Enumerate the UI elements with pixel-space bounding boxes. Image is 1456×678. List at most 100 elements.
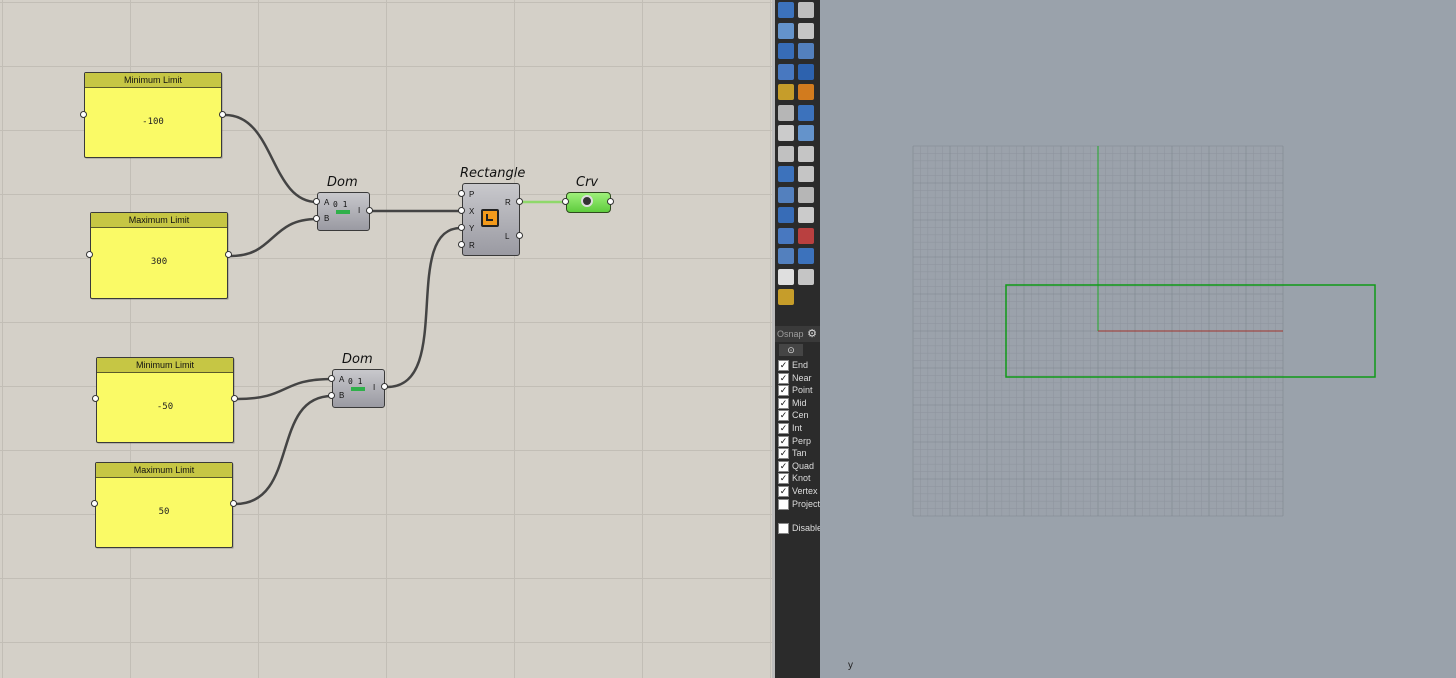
- dom-component-1[interactable]: A B I 0 1: [317, 192, 370, 231]
- rhino-viewport[interactable]: y: [820, 0, 1456, 678]
- trim-icon[interactable]: [798, 104, 814, 121]
- dom-input-port-a[interactable]: [313, 198, 320, 205]
- dimension-icon[interactable]: [798, 166, 814, 182]
- checkbox[interactable]: ✓: [778, 372, 789, 384]
- polyline-icon[interactable]: [778, 22, 794, 39]
- checkbox[interactable]: ✓: [778, 397, 789, 409]
- slider-input-port[interactable]: [92, 395, 99, 402]
- slider-maximum-limit-1[interactable]: Maximum Limit 300: [90, 212, 228, 299]
- rect-output-port-r[interactable]: [516, 198, 523, 205]
- join-icon[interactable]: [778, 125, 794, 141]
- arc-icon[interactable]: [798, 22, 814, 39]
- osnap-item[interactable]: ✓ Int: [778, 422, 820, 434]
- group-icon[interactable]: [798, 125, 814, 141]
- cube-icon[interactable]: [778, 207, 794, 223]
- osnap-item[interactable]: ✓ Cen: [778, 409, 820, 422]
- render-icon[interactable]: [798, 207, 814, 223]
- array-icon[interactable]: [778, 186, 794, 203]
- crv-output-port[interactable]: [607, 198, 614, 205]
- curve-icon[interactable]: [798, 2, 814, 18]
- checkbox[interactable]: ✓: [778, 473, 789, 485]
- wire-max2-dom2: [234, 394, 333, 506]
- osnap-item-label: Knot: [792, 473, 811, 484]
- mirror-icon[interactable]: [798, 186, 814, 203]
- input-label-b: B: [339, 391, 345, 400]
- slider-title: Maximum Limit: [96, 463, 232, 478]
- checkbox[interactable]: ✓: [778, 410, 789, 422]
- osnap-item[interactable]: ✓ Perp: [778, 435, 820, 447]
- offset-icon[interactable]: [798, 145, 814, 162]
- checkbox[interactable]: ✓: [778, 486, 789, 497]
- surface-icon[interactable]: [778, 63, 794, 80]
- rect-input-port-y[interactable]: [458, 224, 465, 231]
- rect-input-port-x[interactable]: [458, 207, 465, 214]
- pencil-icon[interactable]: [778, 289, 794, 305]
- mesh-icon[interactable]: [798, 248, 814, 264]
- point-icon[interactable]: [778, 2, 794, 18]
- dom-input-port-b[interactable]: [313, 215, 320, 222]
- curve-parameter[interactable]: [566, 192, 611, 213]
- analyze-icon[interactable]: [778, 248, 794, 264]
- slider-output-port[interactable]: [231, 395, 238, 402]
- osnap-item[interactable]: ✓ Point: [778, 384, 820, 397]
- rect-input-port-r[interactable]: [458, 241, 465, 248]
- dom-output-port-i[interactable]: [381, 383, 388, 390]
- slider-maximum-limit-2[interactable]: Maximum Limit 50: [95, 462, 233, 548]
- slider-input-port[interactable]: [91, 500, 98, 507]
- slider-minimum-limit-2[interactable]: Minimum Limit -50: [96, 357, 234, 443]
- sphere-icon[interactable]: [798, 43, 814, 59]
- shade-icon[interactable]: [798, 268, 814, 285]
- wire-min1-dom1: [224, 113, 318, 204]
- checkbox[interactable]: ✓: [778, 423, 789, 434]
- checkbox[interactable]: ✓: [778, 460, 789, 472]
- osnap-disable[interactable]: Disable: [778, 522, 820, 534]
- transform-icon[interactable]: [798, 84, 814, 100]
- osnap-item-label: Quad: [792, 460, 815, 471]
- checkbox[interactable]: ✓: [778, 448, 789, 460]
- dom-input-port-b[interactable]: [328, 392, 335, 399]
- grid-icon[interactable]: [778, 227, 794, 244]
- slider-input-port[interactable]: [80, 111, 87, 118]
- rect-input-port-p[interactable]: [458, 190, 465, 197]
- viewport-canvas: [912, 145, 1376, 517]
- checkbox[interactable]: [778, 523, 789, 534]
- explode-icon[interactable]: [778, 84, 794, 100]
- osnap-item[interactable]: ✓ Vertex: [778, 485, 820, 497]
- osnap-item[interactable]: ✓ Quad: [778, 460, 820, 472]
- osnap-item[interactable]: ✓ End: [778, 359, 820, 371]
- box-icon[interactable]: [778, 43, 794, 59]
- slider-title: Minimum Limit: [85, 73, 221, 88]
- text-icon[interactable]: [778, 166, 794, 182]
- checkbox[interactable]: ✓: [778, 360, 789, 371]
- dom-component-2[interactable]: A B I 0 1: [332, 369, 385, 408]
- slider-input-port[interactable]: [86, 251, 93, 258]
- osnap-item[interactable]: ✓ Mid: [778, 397, 820, 409]
- gear-icon[interactable]: ⚙: [807, 326, 817, 342]
- checkbox[interactable]: ✓: [778, 385, 789, 397]
- osnap-item[interactable]: ✓ Near: [778, 372, 820, 384]
- grasshopper-canvas[interactable]: Minimum Limit -100 Maximum Limit 300 Min…: [0, 0, 772, 678]
- curve-param-icon: [581, 195, 593, 207]
- osnap-disable-label: Disable: [792, 523, 820, 533]
- crv-input-port[interactable]: [562, 198, 569, 205]
- dom-output-port-i[interactable]: [366, 207, 373, 214]
- osnap-item[interactable]: Project: [778, 498, 820, 510]
- fillet-icon[interactable]: [778, 145, 794, 162]
- rect-output-port-l[interactable]: [516, 232, 523, 239]
- osnap-item-label: Project: [792, 498, 820, 509]
- checkbox[interactable]: [778, 498, 789, 510]
- slider-output-port[interactable]: [225, 251, 232, 258]
- osnap-tab[interactable]: ⊙: [779, 344, 803, 356]
- slider-output-port[interactable]: [230, 500, 237, 507]
- dom-input-port-a[interactable]: [328, 375, 335, 382]
- slider-output-port[interactable]: [219, 111, 226, 118]
- checkbox[interactable]: ✓: [778, 435, 789, 447]
- layout-icon[interactable]: [798, 227, 814, 244]
- osnap-item[interactable]: ✓ Tan: [778, 447, 820, 460]
- slider-minimum-limit-1[interactable]: Minimum Limit -100: [84, 72, 222, 158]
- extrude-icon[interactable]: [798, 63, 814, 80]
- split-icon[interactable]: [778, 104, 794, 121]
- check-icon[interactable]: [778, 268, 794, 285]
- osnap-item[interactable]: ✓ Knot: [778, 472, 820, 485]
- rectangle-component[interactable]: P X Y R R L: [462, 183, 520, 256]
